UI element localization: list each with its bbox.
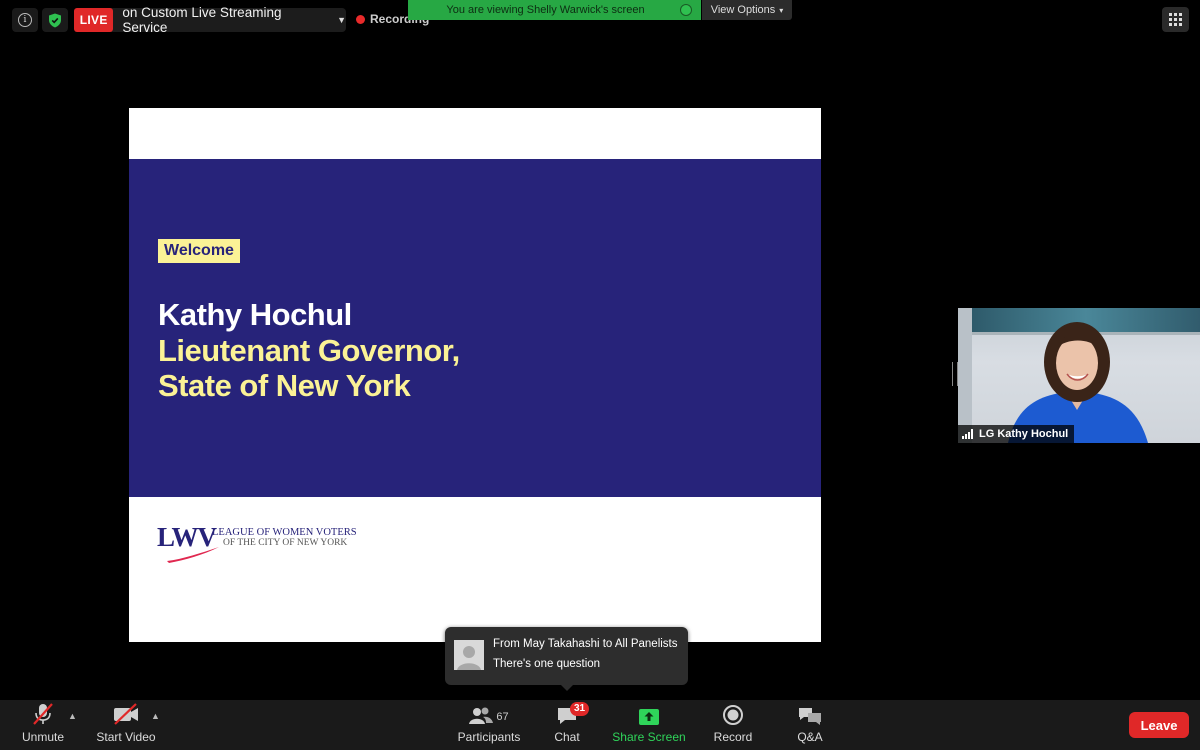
participants-count: 67 xyxy=(496,711,509,723)
speaker-title: Lieutenant Governor, State of New York xyxy=(158,333,460,403)
chat-unread-badge: 31 xyxy=(570,702,590,716)
record-button[interactable]: Record xyxy=(711,700,755,750)
share-screen-icon xyxy=(639,709,659,725)
audio-options-chevron-icon[interactable]: ▲ xyxy=(68,711,77,721)
leave-button[interactable]: Leave xyxy=(1129,712,1189,738)
share-screen-button[interactable]: Share Screen xyxy=(612,700,686,750)
avatar xyxy=(454,640,484,670)
live-badge: LIVE xyxy=(74,8,114,32)
participant-name-bar: LG Kathy Hochul xyxy=(958,425,1075,443)
share-screen-label: Share Screen xyxy=(612,730,686,744)
toast-pointer xyxy=(560,684,574,691)
chat-button[interactable]: 31 Chat xyxy=(548,700,590,750)
user-placeholder-icon xyxy=(457,646,481,670)
chat-sender: From May Takahashi to All Panelists xyxy=(493,638,678,650)
start-video-button[interactable]: Start Video xyxy=(93,700,159,750)
caret-down-icon: ▼ xyxy=(337,15,346,25)
gallery-view-button[interactable] xyxy=(1162,7,1189,32)
participant-video-tile[interactable]: LG Kathy Hochul xyxy=(958,308,1200,443)
slide-title-band: Welcome Kathy Hochul Lieutenant Governor… xyxy=(129,159,821,497)
qa-label: Q&A xyxy=(797,730,823,744)
video-options-chevron-icon[interactable]: ▲ xyxy=(151,711,160,721)
share-status-icon xyxy=(680,4,692,16)
tool-icon-wrap xyxy=(722,700,744,726)
info-icon: i xyxy=(18,13,32,27)
chat-label: Chat xyxy=(554,730,580,744)
tool-icon-wrap: 67 xyxy=(469,700,509,726)
meeting-toolbar: Unmute ▲ Start Video ▲ 67 Participants 3… xyxy=(0,700,1200,750)
speaker-title-line: Lieutenant Governor, xyxy=(158,333,460,368)
logo-line2: OF THE CITY OF NEW YORK xyxy=(223,538,348,548)
qa-icon xyxy=(799,708,821,725)
unmute-button[interactable]: Unmute xyxy=(14,700,72,750)
record-icon xyxy=(723,705,743,725)
top-bar: i LIVE on Custom Live Streaming Service … xyxy=(0,0,1200,40)
live-stream-status: on Custom Live Streaming Service xyxy=(122,5,282,35)
tool-icon-wrap xyxy=(112,700,140,726)
view-options-button[interactable]: View Options ▾ xyxy=(702,0,792,20)
participants-icon xyxy=(469,707,494,724)
screen-share-banner-text: You are viewing Shelly Warwick's screen xyxy=(446,4,645,16)
screen-share-banner: You are viewing Shelly Warwick's screen xyxy=(408,0,701,20)
meeting-info-button[interactable]: i xyxy=(12,8,38,32)
chat-notification[interactable]: From May Takahashi to All Panelists Ther… xyxy=(445,627,688,691)
shared-screen-slide: Welcome Kathy Hochul Lieutenant Governor… xyxy=(129,108,821,642)
video-camera-off-icon xyxy=(114,703,138,725)
record-label: Record xyxy=(713,730,753,744)
live-stream-dropdown[interactable]: LIVE on Custom Live Streaming Service ▼ xyxy=(74,5,346,35)
tool-icon-wrap: 31 xyxy=(556,700,590,726)
speaker-title-line: State of New York xyxy=(158,368,411,403)
grid-icon xyxy=(1169,13,1182,26)
participant-video xyxy=(958,308,1200,443)
logo-line1: LEAGUE OF WOMEN VOTERS xyxy=(212,527,357,538)
logo-swoosh-icon xyxy=(167,547,219,563)
speaker-name: Kathy Hochul xyxy=(158,297,352,332)
welcome-label: Welcome xyxy=(158,239,240,263)
participants-button[interactable]: 67 Participants xyxy=(455,700,523,750)
tool-icon-wrap xyxy=(798,700,822,726)
chat-message: There's one question xyxy=(493,658,601,670)
record-dot-icon xyxy=(356,14,365,24)
tool-icon-wrap xyxy=(638,700,660,726)
signal-strength-icon xyxy=(962,429,974,439)
start-video-label: Start Video xyxy=(96,730,156,744)
lwv-logo: LWV LEAGUE OF WOMEN VOTERS OF THE CITY O… xyxy=(157,522,397,566)
chevron-down-icon: ▾ xyxy=(779,5,784,15)
view-options-label: View Options xyxy=(710,4,776,16)
unmute-label: Unmute xyxy=(21,730,65,744)
shield-icon xyxy=(49,13,61,27)
microphone-muted-icon xyxy=(33,703,53,725)
participants-label: Participants xyxy=(457,730,521,744)
security-button[interactable] xyxy=(42,8,68,32)
participant-name: LG Kathy Hochul xyxy=(979,428,1069,440)
tool-icon-wrap xyxy=(31,700,55,726)
qa-button[interactable]: Q&A xyxy=(793,700,827,750)
